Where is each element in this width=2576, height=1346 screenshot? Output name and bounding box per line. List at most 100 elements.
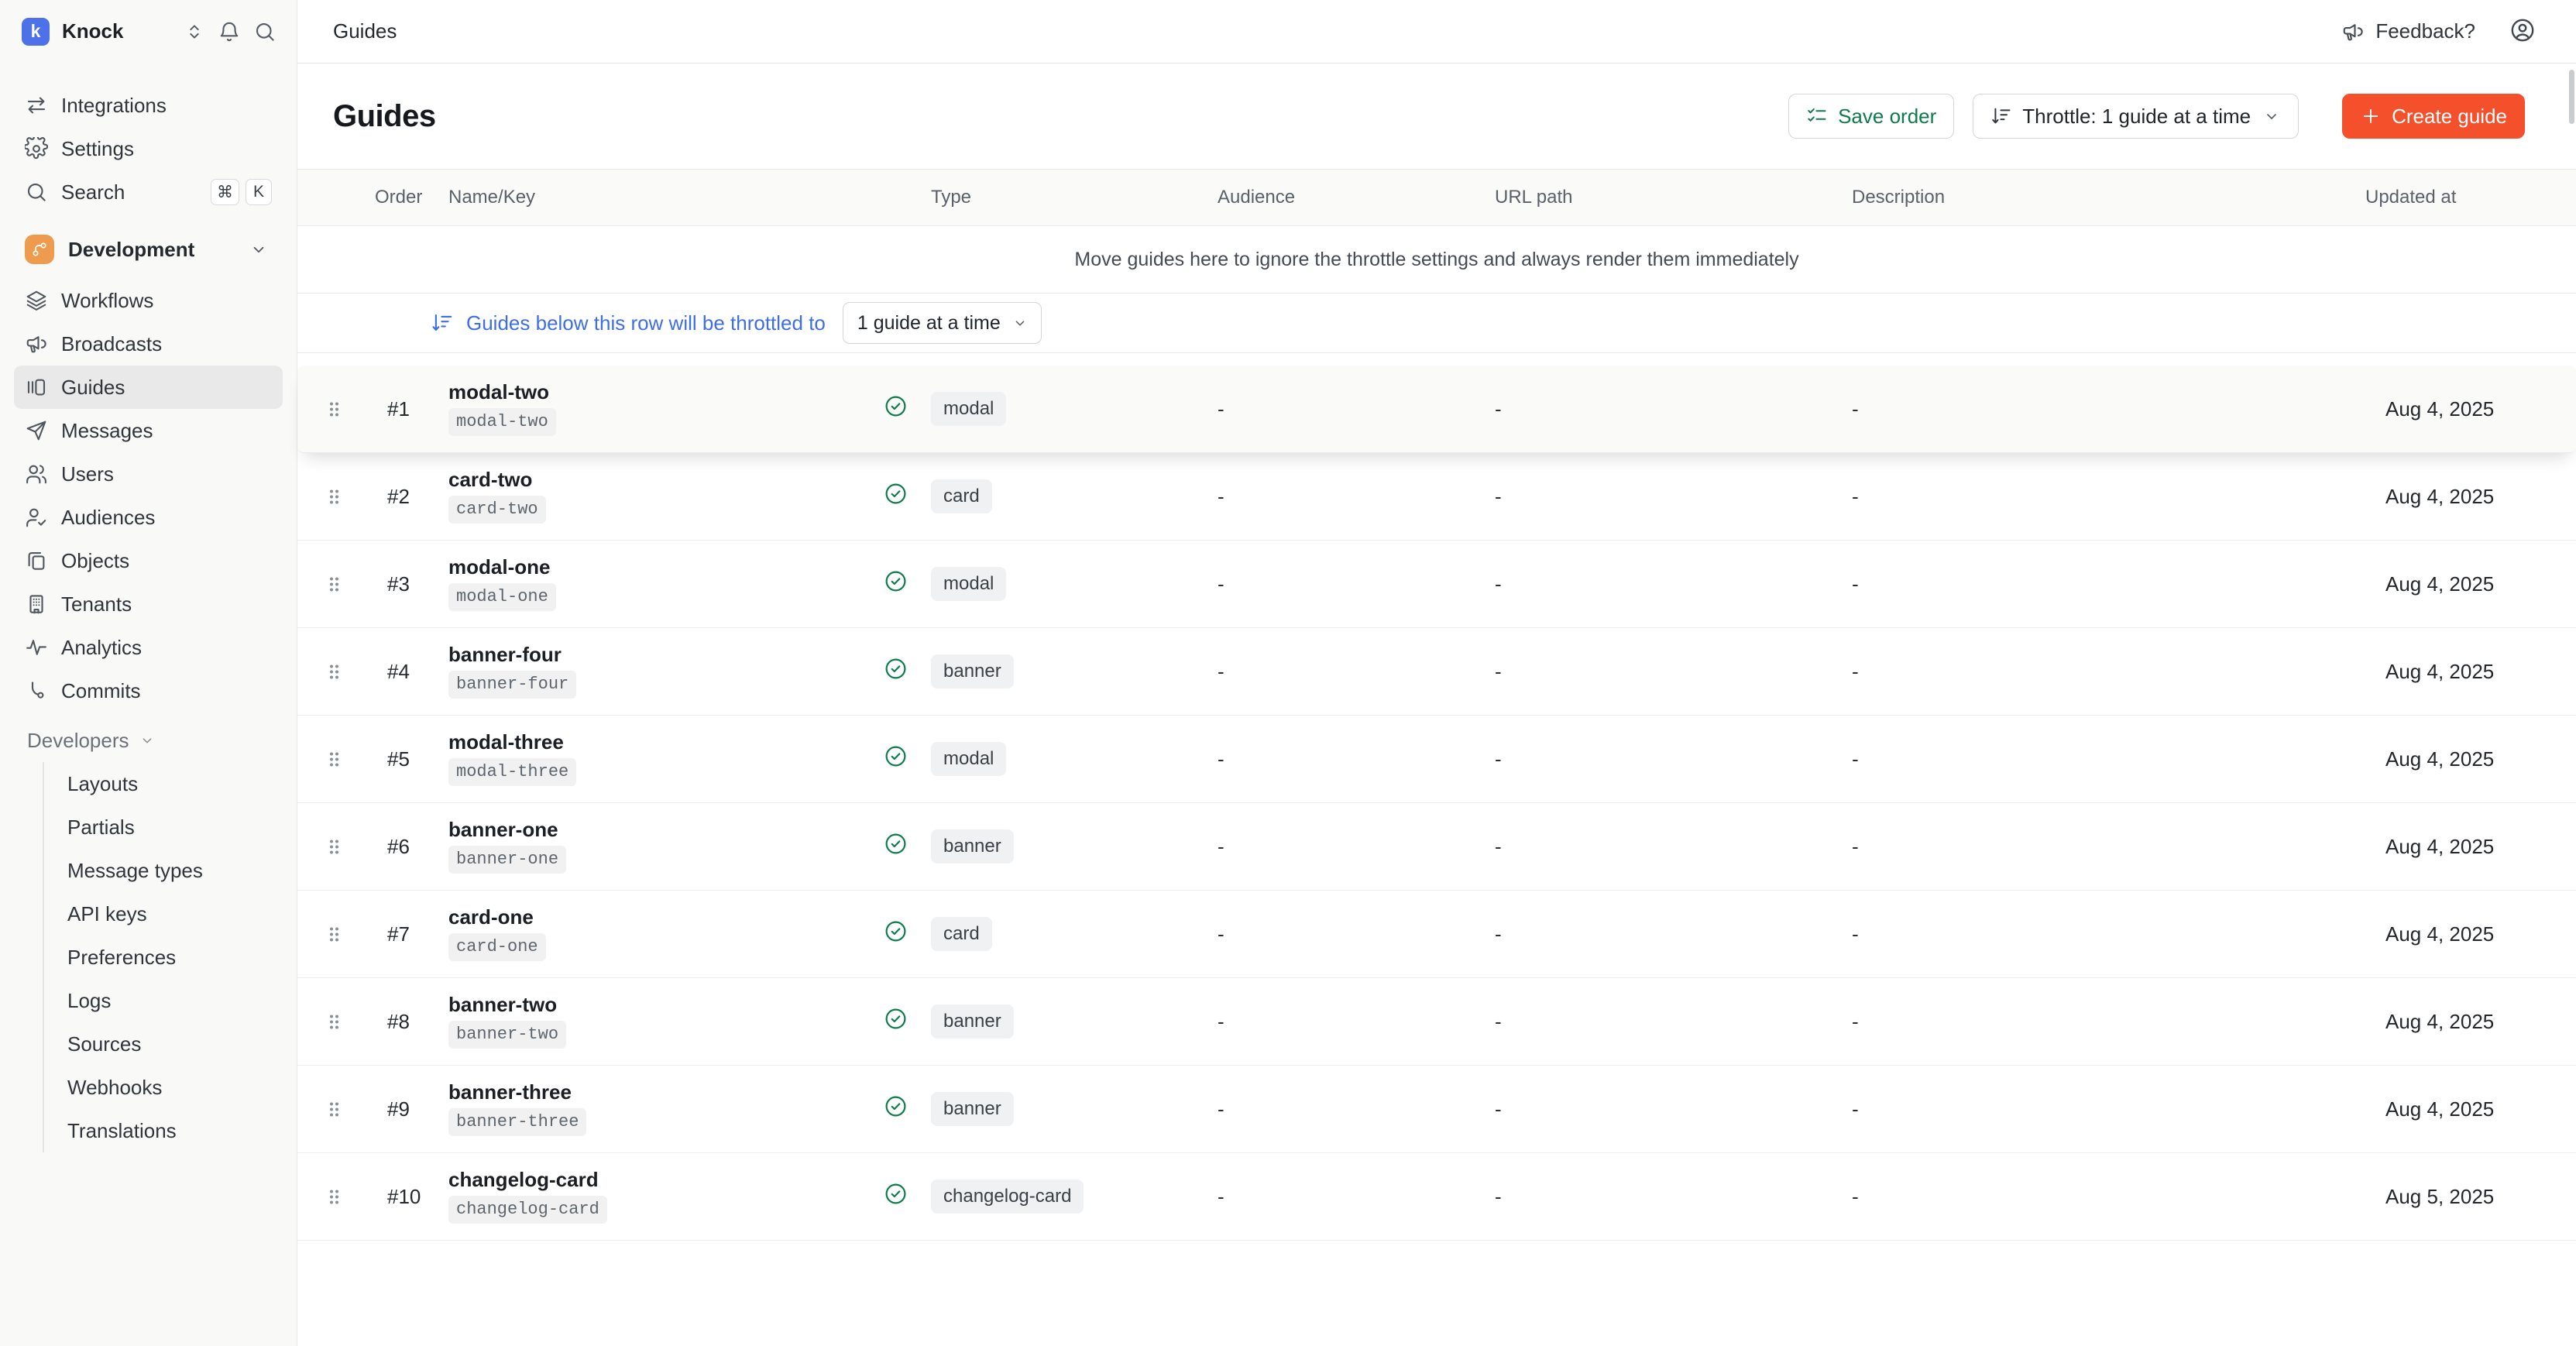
guide-name[interactable]: modal-three bbox=[448, 732, 564, 752]
drag-handle-icon[interactable] bbox=[328, 1100, 341, 1119]
sidebar-item-broadcasts[interactable]: Broadcasts bbox=[14, 322, 283, 366]
throttle-dropdown-button[interactable]: Throttle: 1 guide at a time bbox=[1973, 94, 2299, 139]
table-row[interactable]: #3modal-onemodal-onemodal---Aug 4, 2025 bbox=[297, 541, 2576, 628]
guide-name[interactable]: card-one bbox=[448, 907, 534, 927]
throttle-divider-text[interactable]: Guides below this row will be throttled … bbox=[466, 311, 826, 335]
drag-handle-icon[interactable] bbox=[328, 662, 341, 682]
throttle-button-label: Throttle: 1 guide at a time bbox=[2022, 105, 2251, 129]
sidebar-item-integrations[interactable]: Integrations bbox=[14, 84, 283, 127]
table-row[interactable]: #5modal-threemodal-threemodal---Aug 4, 2… bbox=[297, 716, 2576, 803]
sidebar-subitem-webhooks[interactable]: Webhooks bbox=[44, 1066, 283, 1109]
row-order: #4 bbox=[371, 660, 437, 684]
throttle-value-dropdown[interactable]: 1 guide at a time bbox=[843, 302, 1042, 344]
sidebar-subitem-message-types[interactable]: Message types bbox=[44, 849, 283, 892]
drag-handle-icon[interactable] bbox=[328, 1012, 341, 1032]
sidebar-item-tenants[interactable]: Tenants bbox=[14, 582, 283, 626]
guide-key-chip: modal-three bbox=[448, 758, 576, 787]
table-row[interactable]: #8banner-twobanner-twobanner---Aug 4, 20… bbox=[297, 978, 2576, 1066]
guide-name[interactable]: modal-two bbox=[448, 382, 549, 402]
send-icon bbox=[25, 419, 48, 442]
guide-key-chip: banner-four bbox=[448, 671, 576, 699]
feedback-button[interactable]: Feedback? bbox=[2341, 19, 2475, 43]
sidebar-item-label: Guides bbox=[61, 376, 125, 400]
drag-handle-icon[interactable] bbox=[328, 400, 341, 419]
sidebar-item-label: Commits bbox=[61, 679, 141, 703]
sidebar-item-messages[interactable]: Messages bbox=[14, 409, 283, 452]
table-row[interactable]: #1modal-twomodal-twomodal---Aug 4, 2025 bbox=[297, 366, 2576, 453]
sidebar-subitem-sources[interactable]: Sources bbox=[44, 1022, 283, 1066]
audience-cell: - bbox=[1206, 485, 1483, 509]
search-icon[interactable] bbox=[253, 20, 276, 43]
sidebar-item-commits[interactable]: Commits bbox=[14, 669, 283, 712]
sidebar-item-audiences[interactable]: Audiences bbox=[14, 496, 283, 539]
sidebar-item-search[interactable]: Search⌘K bbox=[14, 170, 283, 214]
table-row[interactable]: #9banner-threebanner-threebanner---Aug 4… bbox=[297, 1066, 2576, 1153]
table-row[interactable]: #6banner-onebanner-onebanner---Aug 4, 20… bbox=[297, 803, 2576, 891]
url-path-cell: - bbox=[1483, 835, 1840, 859]
save-order-button[interactable]: Save order bbox=[1788, 94, 1954, 139]
drag-handle-icon[interactable] bbox=[328, 750, 341, 769]
developers-section-toggle[interactable]: Developers bbox=[0, 719, 297, 762]
description-cell: - bbox=[1840, 747, 2365, 771]
sidebar-subitem-layouts[interactable]: Layouts bbox=[44, 762, 283, 805]
sidebar-subitem-translations[interactable]: Translations bbox=[44, 1109, 283, 1152]
sidebar-subitem-logs[interactable]: Logs bbox=[44, 979, 283, 1022]
guide-name[interactable]: banner-three bbox=[448, 1082, 572, 1102]
sidebar-item-workflows[interactable]: Workflows bbox=[14, 279, 283, 322]
table-row[interactable]: #2card-twocard-twocard---Aug 4, 2025 bbox=[297, 453, 2576, 541]
drag-handle-icon[interactable] bbox=[328, 925, 341, 944]
environment-switcher[interactable]: Development bbox=[14, 228, 283, 271]
workspace-switcher[interactable]: k Knock bbox=[0, 0, 297, 64]
guide-name[interactable]: card-two bbox=[448, 469, 532, 489]
guide-name[interactable]: banner-four bbox=[448, 644, 562, 664]
guide-name[interactable]: modal-one bbox=[448, 557, 550, 577]
sidebar-subitem-partials[interactable]: Partials bbox=[44, 805, 283, 849]
sidebar-subitem-preferences[interactable]: Preferences bbox=[44, 936, 283, 979]
guide-type-chip: modal bbox=[931, 392, 1006, 427]
guide-key-chip: modal-two bbox=[448, 408, 556, 437]
commit-icon bbox=[25, 679, 48, 702]
guide-name[interactable]: changelog-card bbox=[448, 1169, 599, 1190]
row-order: #6 bbox=[371, 835, 437, 859]
user-avatar-button[interactable] bbox=[2509, 17, 2536, 46]
ignore-throttle-dropzone[interactable]: Move guides here to ignore the throttle … bbox=[297, 226, 2576, 293]
status-active-check-icon bbox=[884, 569, 908, 599]
url-path-cell: - bbox=[1483, 1010, 1840, 1034]
updated-at-cell: Aug 4, 2025 bbox=[2365, 660, 2576, 684]
guide-type-chip: modal bbox=[931, 742, 1006, 777]
guide-type-chip: banner bbox=[931, 1092, 1014, 1127]
sidebar-item-settings[interactable]: Settings bbox=[14, 127, 283, 170]
url-path-cell: - bbox=[1483, 1097, 1840, 1121]
chevrons-up-down-icon[interactable] bbox=[184, 21, 205, 43]
guide-name[interactable]: banner-one bbox=[448, 819, 558, 840]
audience-cell: - bbox=[1206, 922, 1483, 946]
table-row[interactable]: #4banner-fourbanner-fourbanner---Aug 4, … bbox=[297, 628, 2576, 716]
guide-key-chip: modal-one bbox=[448, 583, 556, 612]
table-row[interactable]: #10changelog-cardchangelog-cardchangelog… bbox=[297, 1153, 2576, 1241]
audience-cell: - bbox=[1206, 747, 1483, 771]
sidebar-subitem-api-keys[interactable]: API keys bbox=[44, 892, 283, 936]
guides-icon bbox=[25, 376, 48, 399]
url-path-cell: - bbox=[1483, 660, 1840, 684]
sidebar-item-objects[interactable]: Objects bbox=[14, 539, 283, 582]
drag-handle-icon[interactable] bbox=[328, 837, 341, 857]
bell-icon[interactable] bbox=[218, 20, 241, 43]
chevron-down-icon bbox=[2262, 107, 2281, 125]
user-circle-icon bbox=[2509, 17, 2536, 46]
sidebar-item-analytics[interactable]: Analytics bbox=[14, 626, 283, 669]
chevron-down-icon bbox=[139, 732, 156, 749]
sidebar-item-users[interactable]: Users bbox=[14, 452, 283, 496]
sidebar-item-guides[interactable]: Guides bbox=[14, 366, 283, 409]
scrollbar-thumb[interactable] bbox=[2569, 70, 2574, 124]
guide-name[interactable]: banner-two bbox=[448, 994, 557, 1015]
drag-handle-icon[interactable] bbox=[328, 1187, 341, 1207]
drag-handle-icon[interactable] bbox=[328, 575, 341, 594]
breadcrumb: Guides bbox=[333, 19, 397, 43]
updated-at-cell: Aug 4, 2025 bbox=[2365, 922, 2576, 946]
table-row[interactable]: #7card-onecard-onecard---Aug 4, 2025 bbox=[297, 891, 2576, 978]
create-guide-button[interactable]: Create guide bbox=[2342, 94, 2525, 139]
sort-desc-icon bbox=[431, 311, 454, 335]
updated-at-cell: Aug 4, 2025 bbox=[2365, 747, 2576, 771]
drag-handle-icon[interactable] bbox=[328, 487, 341, 506]
audience-cell: - bbox=[1206, 1010, 1483, 1034]
